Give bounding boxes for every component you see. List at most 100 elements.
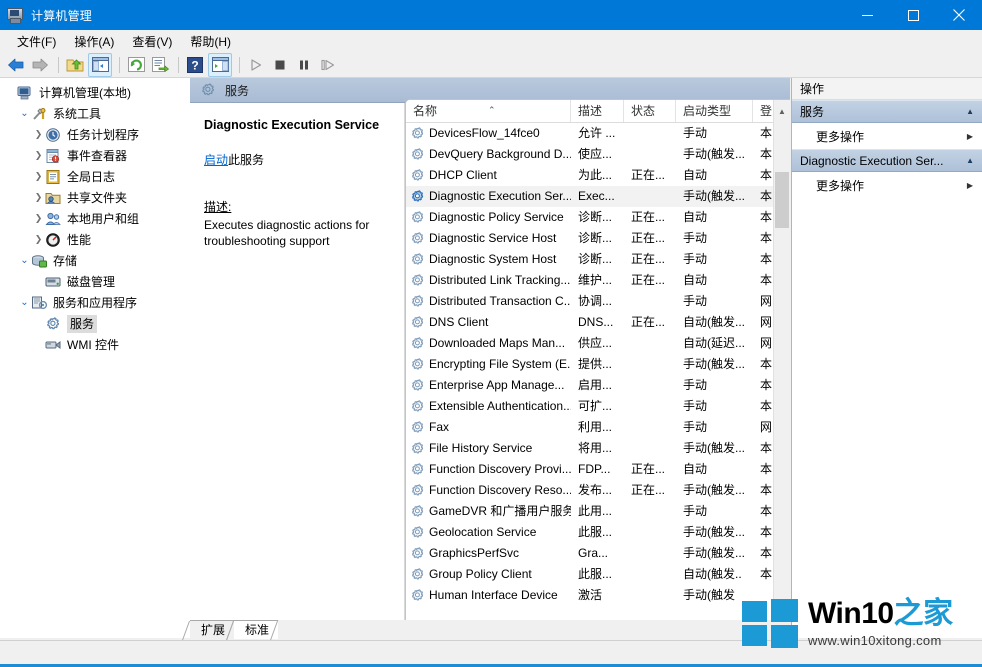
actions-group-services[interactable]: 服务 ▲	[792, 100, 982, 123]
table-row[interactable]: DNS ClientDNS...正在...自动(触发...网	[406, 312, 790, 333]
tree-item-11[interactable]: 服务	[0, 313, 190, 334]
toolbar: ?	[0, 52, 982, 78]
help-icon[interactable]: ?	[184, 54, 206, 76]
tree-item-4[interactable]: ❯全局日志	[0, 166, 190, 187]
tree-item-5[interactable]: ❯共享文件夹	[0, 187, 190, 208]
show-hide-console-tree-icon[interactable]	[88, 53, 112, 77]
table-row[interactable]: Group Policy Client此服...自动(触发..本	[406, 564, 790, 585]
tree-item-6[interactable]: ❯本地用户和组	[0, 208, 190, 229]
table-row[interactable]: Diagnostic Policy Service诊断...正在...自动本	[406, 207, 790, 228]
table-row[interactable]: DevQuery Background D...使应...手动(触发...本	[406, 144, 790, 165]
gear-icon	[410, 525, 426, 540]
table-row[interactable]: Diagnostic System Host诊断...正在...手动本	[406, 249, 790, 270]
tree-item-7[interactable]: ❯性能	[0, 229, 190, 250]
table-row[interactable]: DHCP Client为此...正在...自动本	[406, 165, 790, 186]
up-folder-icon[interactable]	[64, 54, 86, 76]
cell-startup: 手动(触发...	[676, 480, 753, 501]
table-row[interactable]: Human Interface Device激活手动(触发	[406, 585, 790, 606]
close-button[interactable]	[936, 0, 982, 30]
toolbar-separator	[178, 57, 179, 73]
tree-item-8[interactable]: ⌄存储	[0, 250, 190, 271]
table-row[interactable]: Extensible Authentication...可扩...手动本	[406, 396, 790, 417]
pause-service-icon[interactable]	[293, 54, 315, 76]
chevron-right-icon[interactable]: ❯	[32, 129, 45, 140]
table-row[interactable]: Diagnostic Service Host诊断...正在...手动本	[406, 228, 790, 249]
gear-icon	[410, 126, 426, 141]
cell-logon: 本	[753, 165, 774, 186]
tree-item-1[interactable]: ⌄系统工具	[0, 103, 190, 124]
menu-view[interactable]: 查看(V)	[123, 30, 181, 53]
table-row[interactable]: File History Service将用...手动(触发...本	[406, 438, 790, 459]
table-row[interactable]: Enterprise App Manage...启用...手动本	[406, 375, 790, 396]
start-service-icon[interactable]	[245, 54, 267, 76]
chevron-right-icon[interactable]: ❯	[32, 171, 45, 182]
tree-item-12[interactable]: WMI 控件	[0, 334, 190, 355]
export-list-icon[interactable]	[149, 54, 171, 76]
cell-status: 正在...	[624, 312, 676, 333]
chevron-down-icon[interactable]: ⌄	[18, 297, 31, 308]
cell-desc: 供应...	[571, 333, 624, 354]
column-header-2[interactable]: 状态	[624, 100, 676, 122]
menu-action[interactable]: 操作(A)	[65, 30, 123, 53]
table-row[interactable]: DevicesFlow_14fce0允许 ...手动本	[406, 123, 790, 144]
tree-item-0[interactable]: 计算机管理(本地)	[0, 82, 190, 103]
table-row[interactable]: Distributed Transaction C...协调...手动网	[406, 291, 790, 312]
table-row[interactable]: Function Discovery Provi...FDP...正在...自动…	[406, 459, 790, 480]
table-row[interactable]: Function Discovery Reso...发布...正在...手动(触…	[406, 480, 790, 501]
start-service-link[interactable]: 启动	[204, 153, 228, 167]
collapse-icon[interactable]: ▲	[966, 107, 974, 116]
cell-startup: 手动(触发...	[676, 522, 753, 543]
menu-file[interactable]: 文件(F)	[8, 30, 65, 53]
actions-more-services[interactable]: 更多操作 ▶	[792, 123, 982, 149]
table-row[interactable]: Fax利用...手动网	[406, 417, 790, 438]
tree-item-2[interactable]: ❯任务计划程序	[0, 124, 190, 145]
users-icon	[45, 211, 63, 227]
chevron-right-icon[interactable]: ❯	[32, 213, 45, 224]
actions-group-selected-service[interactable]: Diagnostic Execution Ser... ▲	[792, 149, 982, 172]
tab-label: 标准	[245, 623, 269, 637]
tab-standard[interactable]: 标准	[234, 620, 278, 639]
tree-item-9[interactable]: 磁盘管理	[0, 271, 190, 292]
cell-startup: 手动	[676, 396, 753, 417]
column-header-0[interactable]: 名称⌃	[406, 100, 571, 122]
console-tree: 计算机管理(本地)⌄系统工具❯任务计划程序❯事件查看器❯全局日志❯共享文件夹❯本…	[0, 78, 190, 355]
cell-logon: 本	[753, 522, 774, 543]
table-row[interactable]: Encrypting File System (E...提供...手动(触发..…	[406, 354, 790, 375]
table-row[interactable]: Downloaded Maps Man...供应...自动(延迟...网	[406, 333, 790, 354]
forward-icon[interactable]	[29, 54, 51, 76]
show-action-pane-icon[interactable]	[208, 53, 232, 77]
scroll-up-button[interactable]: ▲	[774, 100, 790, 122]
table-row[interactable]: Distributed Link Tracking...维护...正在...自动…	[406, 270, 790, 291]
refresh-icon[interactable]	[125, 54, 147, 76]
collapse-icon[interactable]: ▲	[966, 156, 974, 165]
table-row[interactable]: Geolocation Service此服...手动(触发...本	[406, 522, 790, 543]
table-row[interactable]: GraphicsPerfSvcGra...手动(触发...本	[406, 543, 790, 564]
tree-item-10[interactable]: ⌄服务和应用程序	[0, 292, 190, 313]
watermark-brand: Win10	[808, 597, 894, 630]
chevron-down-icon[interactable]: ⌄	[18, 255, 31, 266]
actions-more-selected-service[interactable]: 更多操作 ▶	[792, 172, 982, 198]
gear-icon	[200, 82, 216, 98]
column-header-3[interactable]: 启动类型	[676, 100, 753, 122]
chevron-down-icon[interactable]: ⌄	[18, 108, 31, 119]
cell-logon: 网	[753, 291, 774, 312]
gear-icon	[410, 462, 426, 477]
table-row[interactable]: Diagnostic Execution Ser...Exec...手动(触发.…	[406, 186, 790, 207]
list-vertical-scrollbar[interactable]: ▲	[773, 100, 790, 638]
chevron-right-icon[interactable]: ❯	[32, 234, 45, 245]
minimize-button[interactable]	[844, 0, 890, 30]
stop-service-icon[interactable]	[269, 54, 291, 76]
table-row[interactable]: GameDVR 和广播用户服务...此用...手动本	[406, 501, 790, 522]
column-header-4[interactable]: 登	[753, 100, 774, 122]
restart-service-icon[interactable]	[317, 54, 339, 76]
back-icon[interactable]	[5, 54, 27, 76]
tree-item-3[interactable]: ❯事件查看器	[0, 145, 190, 166]
column-header-1[interactable]: 描述	[571, 100, 624, 122]
chevron-right-icon[interactable]: ❯	[32, 192, 45, 203]
chevron-right-icon[interactable]: ❯	[32, 150, 45, 161]
vertical-scroll-thumb[interactable]	[775, 172, 789, 228]
menu-help[interactable]: 帮助(H)	[181, 30, 240, 53]
service-name-text: Group Policy Client	[429, 564, 532, 585]
cell-name: Diagnostic System Host	[406, 249, 571, 270]
maximize-button[interactable]	[890, 0, 936, 30]
